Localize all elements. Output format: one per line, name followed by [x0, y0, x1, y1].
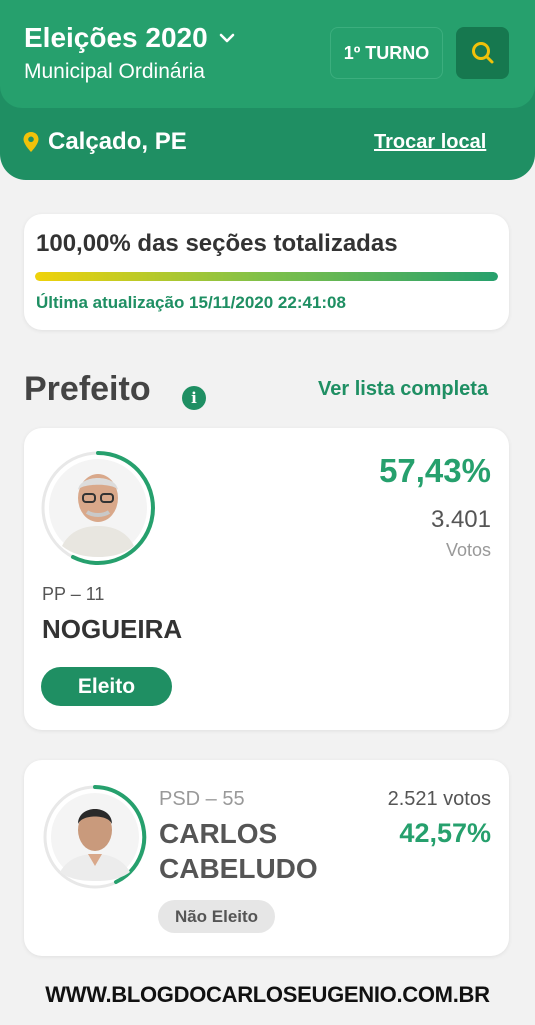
candidate-card[interactable]: PSD – 55 CARLOS CABELUDO 2.521 votos 42,…: [24, 760, 509, 956]
location-name: Calçado, PE: [48, 128, 187, 155]
search-button[interactable]: [456, 27, 509, 79]
election-title[interactable]: Eleições 2020: [24, 22, 208, 54]
footer-watermark: WWW.BLOGDOCARLOSEUGENIO.COM.BR: [45, 982, 490, 1007]
turno-button[interactable]: 1º TURNO: [330, 27, 443, 79]
candidate-name: CARLOS CABELUDO: [159, 818, 318, 884]
info-icon[interactable]: i: [182, 386, 206, 410]
candidate-party: PP – 11: [42, 584, 105, 604]
search-icon: [471, 42, 493, 64]
candidate-avatar: [41, 451, 155, 565]
candidate-percent: 57,43%: [379, 452, 491, 489]
candidate-party: PSD – 55: [159, 788, 245, 810]
votes-label: Votos: [445, 540, 491, 560]
totalization-card: 100,00% das seções totalizadas Última at…: [24, 214, 509, 330]
map-pin-icon: [23, 132, 39, 152]
candidate-percent: 42,57%: [399, 818, 491, 848]
see-full-list-link[interactable]: Ver lista completa: [318, 378, 488, 401]
totalization-progress-bar: [35, 272, 498, 281]
not-elected-badge: Não Eleito: [158, 900, 275, 933]
header-top: Eleições 2020 Municipal Ordinária 1º TUR…: [0, 0, 535, 108]
totalization-title: 100,00% das seções totalizadas: [36, 230, 398, 257]
header: Eleições 2020 Municipal Ordinária 1º TUR…: [0, 0, 535, 180]
candidate-votes: 2.521 votos: [387, 788, 491, 810]
election-subtitle: Municipal Ordinária: [24, 60, 205, 83]
candidate-avatar: [43, 785, 147, 889]
location: Calçado, PE: [22, 128, 187, 156]
change-location-link[interactable]: Trocar local: [374, 131, 486, 154]
progress-fill: [35, 272, 498, 281]
elected-badge: Eleito: [41, 667, 172, 706]
section-title: Prefeito: [24, 370, 151, 408]
candidate-card[interactable]: 57,43% 3.401 Votos PP – 11 NOGUEIRA Elei…: [24, 428, 509, 730]
chevron-down-icon[interactable]: [218, 29, 236, 47]
candidate-votes: 3.401: [430, 506, 491, 533]
last-update: Última atualização 15/11/2020 22:41:08: [36, 293, 346, 312]
election-selector[interactable]: Eleições 2020: [24, 22, 236, 54]
candidate-name: NOGUEIRA: [42, 614, 183, 644]
